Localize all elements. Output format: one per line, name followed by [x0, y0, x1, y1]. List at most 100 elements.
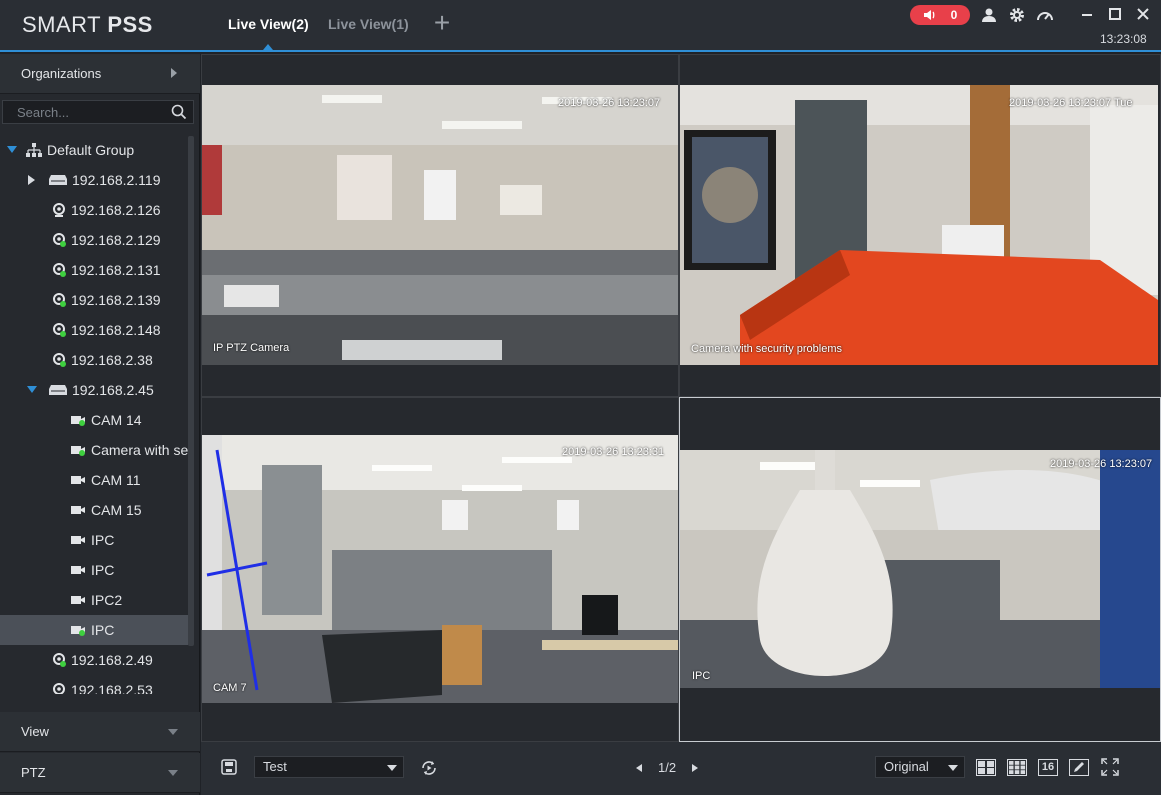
tree-item-label: 192.168.2.49	[71, 652, 153, 668]
tree-item-camera[interactable]: 192.168.2.148	[0, 315, 188, 345]
channel-camera-online-icon	[71, 445, 85, 456]
tab-live-view-1[interactable]: Live View(1)	[328, 16, 409, 32]
save-view-icon[interactable]	[221, 759, 237, 775]
tree-item-label: IPC	[91, 532, 115, 548]
view-select[interactable]: Test	[254, 756, 404, 778]
stream-ratio-value: Original	[884, 759, 929, 774]
tree-item-camera[interactable]: 192.168.2.131	[0, 255, 188, 285]
nvr-icon	[49, 175, 67, 185]
performance-gauge-icon[interactable]	[1036, 6, 1054, 24]
layout-9-icon[interactable]	[1007, 759, 1027, 776]
view-header[interactable]: View	[0, 712, 200, 752]
tree-item-label: 192.168.2.119	[72, 172, 161, 188]
dome-camera-online-icon	[53, 323, 66, 337]
sequence-play-icon[interactable]	[419, 758, 439, 778]
stream-ratio-select[interactable]: Original	[875, 756, 965, 778]
tree-item-channel[interactable]: CAM 14	[0, 405, 188, 435]
tree-item-channel[interactable]: IPC2	[0, 585, 188, 615]
video-feed-office	[202, 85, 678, 365]
tree-item-label: IPC2	[91, 592, 123, 608]
channel-camera-icon	[71, 505, 85, 514]
video-timestamp: 2019-03-26 13:23:07 Tue	[1009, 97, 1133, 109]
tree-item-label: 192.168.2.45	[72, 382, 154, 398]
tab-live-view-2[interactable]: Live View(2)	[228, 16, 309, 32]
custom-layout-edit-icon[interactable]	[1069, 759, 1089, 776]
view-label: View	[21, 724, 49, 739]
tree-item-label: 192.168.2.131	[71, 262, 161, 278]
chevron-down-icon	[168, 729, 178, 735]
video-cell-4-selected[interactable]: 2019-03-26 13:23:07 IPC	[679, 397, 1161, 742]
video-timestamp: 2019-03-26 13:23:07	[558, 97, 661, 109]
device-tree: Default Group 192.168.2.119 192.168.2.12…	[0, 134, 190, 694]
dome-camera-online-icon	[53, 653, 66, 667]
tree-item-label: 192.168.2.38	[71, 352, 153, 368]
prev-page-icon[interactable]	[636, 763, 642, 772]
video-timestamp: 2019-03-26 13:23:31	[562, 446, 665, 458]
video-cell-2[interactable]: 2019-03-26 13:23:07 Tue Camera with secu…	[679, 54, 1161, 397]
tree-item-channel-selected[interactable]: IPC	[0, 615, 188, 645]
tree-item-camera[interactable]: 192.168.2.126	[0, 195, 188, 225]
minimize-icon[interactable]	[1078, 5, 1096, 23]
tree-item-default-group[interactable]: Default Group	[0, 135, 188, 165]
tree-item-label: Camera with se	[91, 442, 188, 458]
gear-icon[interactable]	[1008, 6, 1026, 24]
tree-item-camera[interactable]: 192.168.2.53	[0, 675, 188, 694]
channel-camera-online-icon	[71, 415, 85, 426]
collapsed-caret-icon[interactable]	[28, 175, 36, 185]
organizations-header[interactable]: Organizations	[0, 54, 200, 94]
search-input[interactable]: Search...	[2, 100, 194, 124]
alarm-count: 0	[950, 8, 958, 22]
tree-item-camera[interactable]: 192.168.2.129	[0, 225, 188, 255]
expanded-caret-icon[interactable]	[7, 146, 17, 154]
tree-item-channel[interactable]: IPC	[0, 525, 188, 555]
title-bar: SMART PSS Live View(2) Live View(1) + 0 …	[0, 0, 1161, 52]
tree-item-label: IPC	[91, 562, 115, 578]
system-clock: 13:23:08	[1100, 32, 1147, 46]
video-camera-name: IP PTZ Camera	[213, 342, 290, 354]
tree-item-nvr[interactable]: 192.168.2.119	[0, 165, 188, 195]
organization-tree-icon	[26, 143, 42, 157]
user-icon[interactable]	[980, 6, 998, 24]
tree-item-label: 192.168.2.139	[71, 292, 161, 308]
channel-camera-online-icon	[71, 625, 85, 636]
layout-4-icon[interactable]	[976, 759, 996, 776]
dome-camera-online-icon	[53, 353, 66, 367]
layout-16-button[interactable]: 16	[1038, 759, 1058, 776]
video-grid: 2019-03-26 13:23:07 IP PTZ Camera 2019-0…	[201, 54, 1161, 742]
chevron-right-icon	[171, 68, 177, 78]
channel-camera-icon	[71, 595, 85, 604]
tree-item-channel[interactable]: CAM 15	[0, 495, 188, 525]
alarm-badge[interactable]: 0	[910, 5, 970, 25]
tree-item-camera[interactable]: 192.168.2.49	[0, 645, 188, 675]
search-icon[interactable]	[171, 104, 187, 120]
video-cell-1[interactable]: 2019-03-26 13:23:07 IP PTZ Camera	[201, 54, 679, 397]
search-placeholder: Search...	[17, 104, 70, 120]
tree-item-channel[interactable]: CAM 11	[0, 465, 188, 495]
close-icon[interactable]	[1134, 5, 1152, 23]
view-select-value: Test	[263, 759, 287, 774]
add-tab-button[interactable]: +	[430, 9, 454, 37]
fullscreen-icon[interactable]	[1101, 758, 1119, 776]
tree-item-camera[interactable]: 192.168.2.139	[0, 285, 188, 315]
video-feed-lobby	[202, 435, 678, 703]
next-page-icon[interactable]	[692, 763, 699, 772]
bottom-toolbar: Test 1/2 Original 16	[201, 742, 1161, 795]
video-cell-3[interactable]: 2019-03-26 13:23:31 CAM 7	[201, 397, 679, 742]
tree-item-nvr[interactable]: 192.168.2.45	[0, 375, 188, 405]
video-feed-room	[680, 85, 1158, 365]
tree-item-label: 192.168.2.126	[71, 202, 161, 218]
dome-camera-online-icon	[53, 263, 66, 277]
expanded-caret-icon[interactable]	[27, 386, 37, 394]
tree-scrollbar[interactable]	[188, 136, 194, 646]
tree-item-channel[interactable]: IPC	[0, 555, 188, 585]
ptz-header[interactable]: PTZ	[0, 753, 200, 793]
tree-item-label: 192.168.2.53	[71, 682, 153, 694]
tree-item-label: 192.168.2.148	[71, 322, 161, 338]
tree-item-channel[interactable]: Camera with se	[0, 435, 188, 465]
tree-item-label: CAM 15	[91, 502, 142, 518]
maximize-icon[interactable]	[1106, 5, 1124, 23]
sidebar: Organizations Search... Default Group 19…	[0, 54, 200, 795]
channel-camera-icon	[71, 535, 85, 544]
page-indicator: 1/2	[658, 760, 677, 775]
tree-item-camera[interactable]: 192.168.2.38	[0, 345, 188, 375]
